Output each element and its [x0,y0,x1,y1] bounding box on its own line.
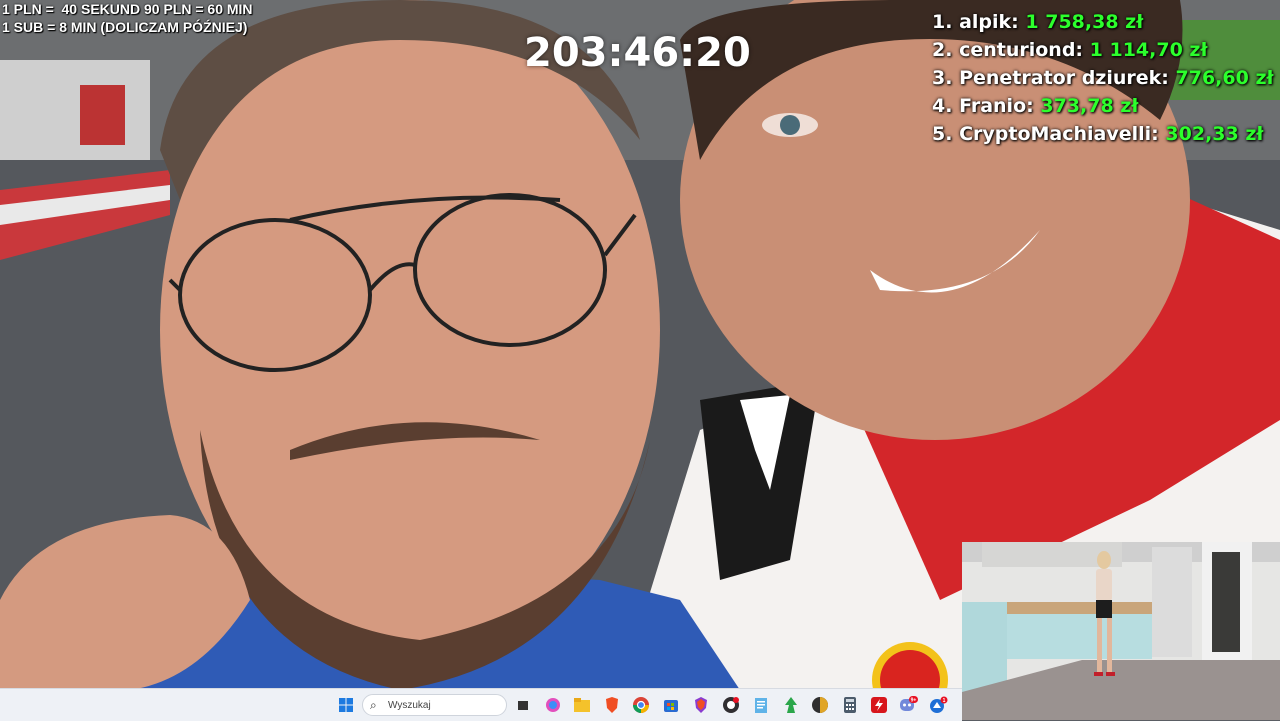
leaderboard-rank: 5. [932,123,953,145]
brave-icon[interactable] [602,695,622,715]
copilot-icon[interactable] [543,695,563,715]
leaderboard-name: Penetrator dziurek: [959,67,1169,89]
leaderboard-rank: 4. [932,95,953,117]
file-explorer-icon[interactable] [572,695,592,715]
leaderboard-amount: 1 758,38 zł [1025,11,1144,33]
rates-line-2: 1 SUB = 8 MIN (DOLICZAM PÓŹNIEJ) [2,19,248,35]
obs-icon[interactable] [721,695,741,715]
leaderboard-row: 4. Franio: 373,78 zł [932,92,1274,120]
notepad-icon[interactable] [751,695,771,715]
leaderboard-row: 2. centuriond: 1 114,70 zł [932,36,1274,64]
brave-beta-icon[interactable] [691,695,711,715]
globe-app-icon[interactable] [810,695,830,715]
leaderboard-amount: 776,60 zł [1175,67,1274,89]
webcam-kitchen-scene [962,542,1280,720]
update-badge: 1 [943,698,946,704]
leaderboard-row: 3. Penetrator dziurek: 776,60 zł [932,64,1274,92]
chrome-icon[interactable] [631,695,651,715]
green-app-icon[interactable] [781,695,801,715]
leaderboard-row: 1. alpik: 1 758,38 zł [932,8,1274,36]
rates-line-1: 1 PLN = 40 SEKUND 90 PLN = 60 MIN [2,1,253,17]
leaderboard-rank: 3. [932,67,953,89]
webcam-feed [962,542,1280,720]
leaderboard-rank: 2. [932,39,953,61]
leaderboard-name: alpik: [959,11,1019,33]
app-update-icon[interactable]: 1 [928,695,948,715]
search-placeholder: Wyszukaj [388,699,431,711]
leaderboard-rank: 1. [932,11,953,33]
leaderboard-amount: 373,78 zł [1040,95,1139,117]
leaderboard-row: 5. CryptoMachiavelli: 302,33 zł [932,120,1274,148]
windows-start-icon[interactable] [336,695,356,715]
leaderboard-name: Franio: [959,95,1034,117]
leaderboard-name: centuriond: [959,39,1084,61]
discord-icon[interactable]: 9+ [898,695,918,715]
leaderboard-amount: 302,33 zł [1165,123,1264,145]
subathon-timer: 203:46:20 [524,30,751,76]
streaming-app-icon[interactable] [869,695,889,715]
donation-leaderboard: 1. alpik: 1 758,38 zł 2. centuriond: 1 1… [932,8,1274,148]
store-icon[interactable] [661,695,681,715]
windows-taskbar: ⌕ Wyszukaj 9+ 1 [0,688,962,721]
calculator-icon[interactable] [840,695,860,715]
taskbar-search-box[interactable]: ⌕ Wyszukaj [362,694,507,716]
discord-badge: 9+ [911,698,917,704]
donation-rates-text: 1 PLN = 40 SEKUND 90 PLN = 60 MIN 1 SUB =… [2,0,253,36]
task-view-icon[interactable] [513,695,533,715]
leaderboard-name: CryptoMachiavelli: [959,123,1159,145]
leaderboard-amount: 1 114,70 zł [1089,39,1208,61]
search-icon: ⌕ [370,697,377,712]
